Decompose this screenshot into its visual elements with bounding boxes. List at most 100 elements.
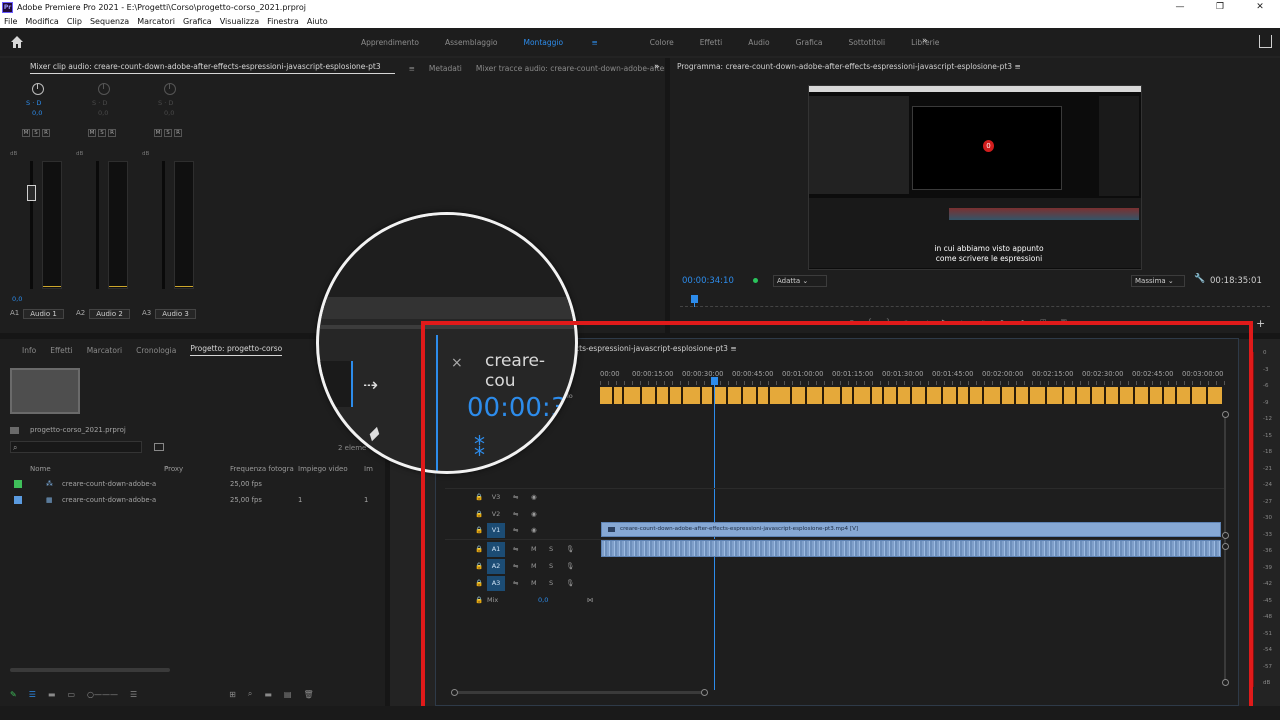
meter-scale-label: -18: [1263, 449, 1272, 455]
menu-clip[interactable]: Clip: [67, 17, 82, 26]
item-fps: 25,00 fps: [230, 496, 262, 504]
workspace-audio[interactable]: Audio: [748, 38, 769, 47]
program-timecode[interactable]: 00:00:34:10: [682, 276, 734, 286]
col-impiego-video[interactable]: Impiego video: [298, 465, 348, 473]
tab-metadati[interactable]: Metadati: [429, 64, 462, 73]
menu-sequenza[interactable]: Sequenza: [90, 17, 129, 26]
menu-grafica[interactable]: Grafica: [183, 17, 212, 26]
solo-button[interactable]: S: [164, 129, 172, 137]
list-item[interactable]: ▦ creare-count-down-adobe-a 25,00 fps 1 …: [10, 493, 374, 509]
channel-label: A3 Audio 3: [142, 309, 196, 319]
mute-button[interactable]: M: [22, 129, 30, 137]
find-icon[interactable]: ⌕: [248, 689, 252, 699]
item-video-usage[interactable]: 1: [298, 496, 302, 504]
resolution-select[interactable]: Massima ⌄: [1131, 275, 1185, 287]
pan-value[interactable]: 0,0: [32, 109, 42, 117]
wrench-icon[interactable]: 🔧: [1194, 274, 1205, 284]
solo-button[interactable]: S: [98, 129, 106, 137]
col-nome[interactable]: Nome: [30, 465, 51, 473]
pan-value[interactable]: 0,0: [98, 109, 108, 117]
project-hscroll[interactable]: [10, 668, 170, 672]
panel-more-icon[interactable]: »: [654, 62, 660, 72]
new-bin-bottom-icon[interactable]: ▬: [264, 690, 272, 699]
status-bar: [0, 706, 1280, 720]
label-color-swatch[interactable]: [14, 496, 22, 504]
menu-marcatori[interactable]: Marcatori: [137, 17, 175, 26]
icon-view-icon[interactable]: ▬: [48, 690, 56, 699]
tab-menu-icon[interactable]: ≡: [409, 64, 415, 73]
new-item-icon[interactable]: ▤: [284, 690, 292, 699]
workspace-tabs: Apprendimento Assemblaggio Montaggio ≡ C…: [361, 28, 965, 56]
tab-audio-clip-mixer[interactable]: Mixer clip audio: creare-count-down-adob…: [30, 62, 395, 74]
pan-knob[interactable]: [164, 83, 176, 95]
workspace-more-icon[interactable]: »: [922, 36, 928, 46]
pan-knob[interactable]: [98, 83, 110, 95]
fader-value[interactable]: 0,0: [12, 295, 22, 303]
msr-buttons: M S R: [154, 129, 182, 137]
pan-knob[interactable]: [32, 83, 44, 95]
tab-cronologia[interactable]: Cronologia: [136, 346, 176, 355]
menu-visualizza[interactable]: Visualizza: [220, 17, 259, 26]
program-video-frame[interactable]: 0 in cui abbiamo visto appunto come scri…: [808, 85, 1142, 270]
menu-finestra[interactable]: Finestra: [267, 17, 299, 26]
mute-button[interactable]: M: [88, 129, 96, 137]
pan-value[interactable]: 0,0: [164, 109, 174, 117]
freeform-view-icon[interactable]: ▭: [67, 690, 75, 699]
fader-track[interactable]: [30, 161, 33, 289]
col-frequenza[interactable]: Frequenza fotogra: [230, 465, 294, 473]
menu-file[interactable]: File: [4, 17, 17, 26]
list-view-icon[interactable]: ☰: [29, 690, 36, 699]
maximize-button[interactable]: ❐: [1200, 0, 1240, 15]
program-playhead[interactable]: [691, 295, 698, 307]
record-button[interactable]: R: [42, 129, 50, 137]
workspace-apprendimento[interactable]: Apprendimento: [361, 38, 419, 47]
record-button[interactable]: R: [174, 129, 182, 137]
col-proxy[interactable]: Proxy ⌃: [164, 465, 183, 473]
pan-lr-label: S · D: [26, 99, 42, 107]
workspace-colore[interactable]: Colore: [650, 38, 674, 47]
automate-icon[interactable]: ⊞: [229, 690, 236, 699]
program-menu-icon[interactable]: ≡: [1014, 62, 1020, 71]
tab-effetti[interactable]: Effetti: [50, 346, 73, 355]
video-composition: 0: [912, 106, 1062, 190]
menu-modifica[interactable]: Modifica: [25, 17, 58, 26]
workspace-menu-icon[interactable]: ≡: [591, 38, 597, 47]
tab-progetto[interactable]: Progetto: progetto-corso: [190, 344, 283, 356]
meter-scale-label: 0: [1263, 350, 1267, 356]
premiere-logo-icon: Pr: [2, 2, 13, 13]
menu-aiuto[interactable]: Aiuto: [307, 17, 328, 26]
workspace-montaggio[interactable]: Montaggio ≡: [524, 38, 624, 47]
item-count: 2 eleme: [338, 444, 367, 452]
fader-handle[interactable]: [27, 185, 36, 201]
item-audio-usage[interactable]: 1: [364, 496, 368, 504]
workspace-assemblaggio[interactable]: Assemblaggio: [445, 38, 498, 47]
share-icon[interactable]: [1259, 35, 1272, 48]
new-bin-icon[interactable]: [154, 443, 164, 451]
label-color-swatch[interactable]: [14, 480, 22, 488]
fit-select[interactable]: Adatta ⌄: [773, 275, 827, 287]
sort-icon[interactable]: ☰: [130, 690, 137, 699]
workspace-montaggio-label: Montaggio: [523, 37, 564, 47]
list-item[interactable]: ⁂ creare-count-down-adobe-a 25,00 fps: [10, 477, 374, 493]
workspace-sottotitoli[interactable]: Sottotitoli: [849, 38, 886, 47]
add-button-icon[interactable]: +: [1256, 317, 1265, 330]
home-icon[interactable]: [10, 35, 24, 49]
workspace-effetti[interactable]: Effetti: [700, 38, 723, 47]
record-button[interactable]: R: [108, 129, 116, 137]
trash-icon[interactable]: 🗑: [303, 690, 313, 699]
solo-button[interactable]: S: [32, 129, 40, 137]
close-window-button[interactable]: ✕: [1240, 0, 1280, 15]
project-thumbnail[interactable]: [10, 368, 80, 414]
fader-track[interactable]: [162, 161, 165, 289]
program-ruler[interactable]: [680, 293, 1270, 307]
fader-track[interactable]: [96, 161, 99, 289]
workspace-grafica[interactable]: Grafica: [796, 38, 823, 47]
col-impiego-audio[interactable]: Im: [364, 465, 373, 473]
tab-info[interactable]: Info: [22, 346, 36, 355]
zoom-slider[interactable]: ○———: [87, 690, 118, 699]
mute-button[interactable]: M: [154, 129, 162, 137]
pencil-icon[interactable]: ✎: [10, 690, 17, 699]
tab-marcatori[interactable]: Marcatori: [87, 346, 122, 355]
project-search-input[interactable]: [10, 441, 142, 453]
minimize-button[interactable]: —: [1160, 0, 1200, 15]
